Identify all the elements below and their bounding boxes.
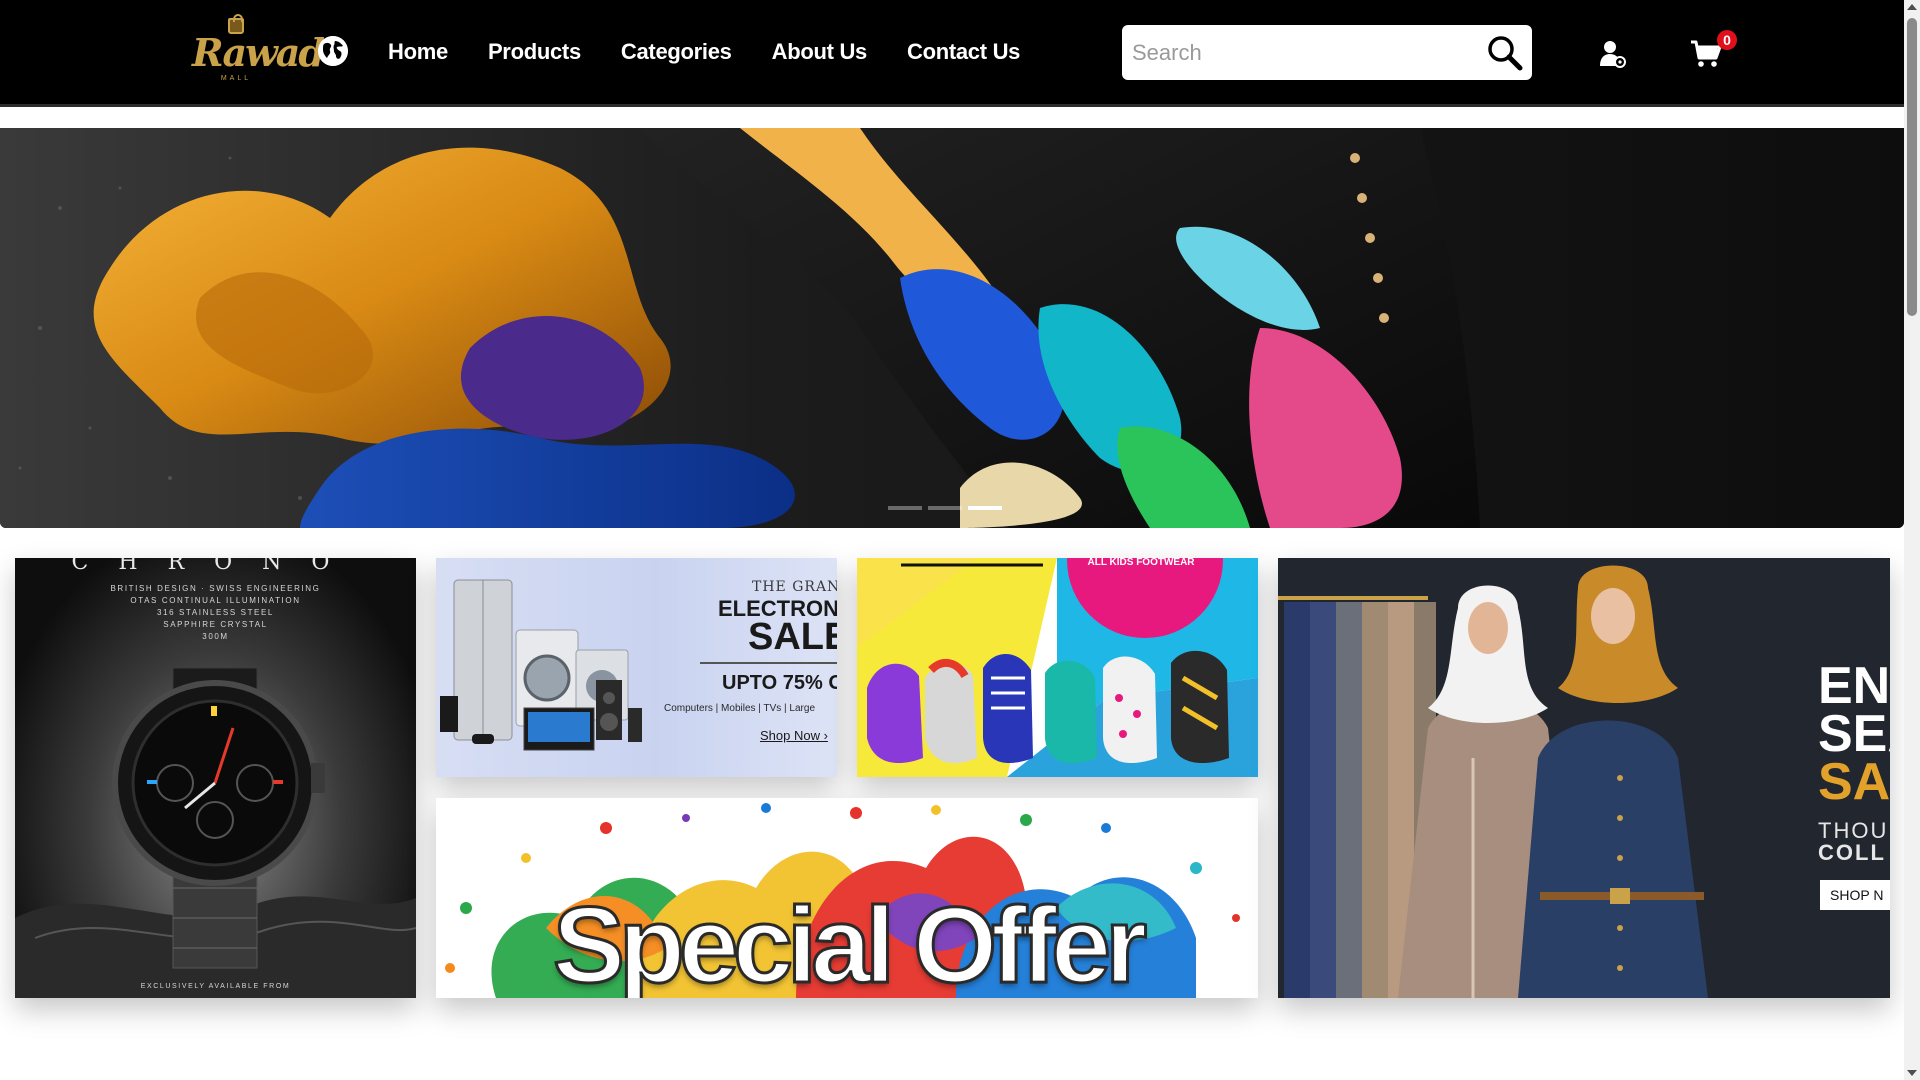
watch-promo-tile[interactable]: CHRONO BRITISH DESIGN · SWISS ENGINEERIN… (15, 558, 416, 998)
electronics-divider (700, 662, 837, 664)
kids-shoes-image (857, 558, 1258, 777)
carousel-dot[interactable] (928, 506, 962, 510)
watch-spec-line: 316 STAINLESS STEEL (157, 608, 274, 617)
watch-brand: CHRONO (71, 558, 360, 575)
fashion-shop-now-button[interactable]: SHOP N (1820, 880, 1890, 910)
nav-contact-us[interactable]: Contact Us (907, 36, 1020, 68)
rawad-mall-logo[interactable]: Rawad MALL (192, 14, 325, 84)
logo-text: Rawad (192, 30, 325, 75)
electronics-shop-now-link[interactable]: Shop Now › (760, 728, 828, 743)
nav-products[interactable]: Products (488, 36, 581, 68)
carousel-dot[interactable] (888, 506, 922, 510)
header-divider (0, 104, 1904, 107)
electronics-sale-tile[interactable]: THE GRAN ELECTRON SALE UPTO 75% O Comput… (436, 558, 837, 777)
fashion-subline-2: COLL (1818, 840, 1886, 865)
special-offer-title: Special Offer (551, 883, 1148, 999)
search-icon[interactable] (1486, 34, 1524, 72)
search-input[interactable] (1132, 25, 1482, 80)
electronics-line1: THE GRAN (752, 579, 837, 595)
nav-about-us[interactable]: About Us (772, 36, 868, 68)
abaya-models-image (1278, 558, 1890, 998)
kids-footwear-tile[interactable]: ALL KIDS FOOTWEAR (857, 558, 1258, 777)
scroll-down-icon[interactable] (1907, 1070, 1917, 1076)
main-nav: Home Products Categories About Us Contac… (388, 36, 1020, 68)
kids-footwear-badge: ALL KIDS FOOTWEAR (1087, 558, 1195, 568)
watch-spec-line: SAPPHIRE CRYSTAL (163, 620, 268, 629)
watch-spec-line: BRITISH DESIGN · SWISS ENGINEERING (110, 584, 321, 593)
carousel-indicators (888, 506, 1002, 510)
nav-categories[interactable]: Categories (621, 36, 732, 68)
scrollbar-thumb[interactable] (1907, 18, 1917, 316)
watch-spec-line: 300M (202, 632, 229, 641)
hero-banner-carousel[interactable] (0, 128, 1904, 528)
fashion-headline-2: SEA (1818, 705, 1890, 763)
cart-button[interactable]: 0 (1690, 30, 1737, 70)
electronics-categories: Computers | Mobiles | TVs | Large (664, 703, 816, 714)
globe-icon[interactable] (318, 36, 348, 66)
search-box (1122, 25, 1532, 80)
fashion-headline-3: SA (1818, 753, 1890, 811)
fashion-subline-1: THOU (1818, 818, 1889, 843)
electronics-offer: UPTO 75% O (722, 672, 837, 694)
special-offer-tile[interactable]: Special Offer (436, 798, 1258, 998)
page-scrollbar[interactable] (1904, 0, 1920, 1080)
scroll-up-icon[interactable] (1907, 4, 1917, 10)
watch-footer: EXCLUSIVELY AVAILABLE FROM (140, 983, 291, 990)
cart-count-badge: 0 (1717, 30, 1737, 50)
watch-spec-line: OTAS CONTINUAL ILLUMINATION (130, 596, 301, 605)
user-icon[interactable] (1600, 40, 1626, 68)
logo-subtext: MALL (220, 75, 252, 82)
sneaker-splash-image (0, 128, 1904, 528)
nav-home[interactable]: Home (388, 36, 448, 68)
carousel-dot-active[interactable] (968, 506, 1002, 510)
watch-specs: BRITISH DESIGN · SWISS ENGINEERING OTAS … (15, 583, 416, 643)
electronics-line3: SALE (748, 616, 837, 658)
fashion-sale-tile[interactable]: EN SEA SA THOU COLL SHOP N (1278, 558, 1890, 998)
top-navigation-bar: Rawad MALL Home Products Categories Abou… (0, 0, 1904, 107)
fashion-headline-1: EN (1818, 657, 1890, 715)
